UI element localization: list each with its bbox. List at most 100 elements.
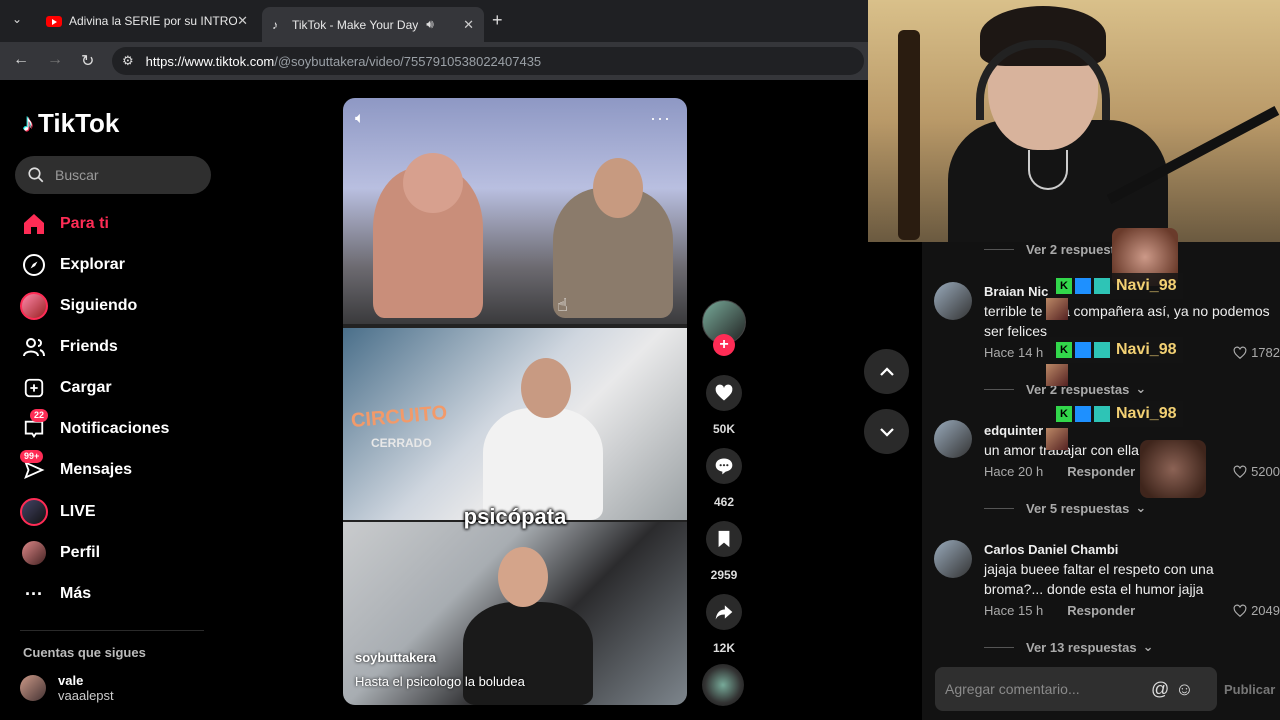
viewer-emote-icon	[1046, 298, 1068, 320]
avatar[interactable]	[934, 540, 972, 578]
reply-button[interactable]: Responder	[1067, 603, 1135, 618]
follow-plus-button[interactable]: +	[713, 334, 735, 356]
sidebar-item-cargar[interactable]: Cargar	[20, 374, 112, 402]
view-replies-button[interactable]: Ver 5 respuestas ⌄	[984, 500, 1146, 516]
comment-like-count: 1782	[1251, 345, 1280, 360]
messages-icon: 99+	[20, 450, 48, 484]
tiktok-note-icon: ♪	[22, 109, 34, 137]
comment-like-button[interactable]: 5200	[1233, 464, 1280, 479]
chevron-down-icon: ⌄	[1135, 500, 1147, 515]
sidebar-item-label: Siguiendo	[60, 297, 138, 314]
followed-account[interactable]: vale vaaalepst	[20, 673, 114, 703]
following-accounts-title: Cuentas que sigues	[23, 645, 146, 660]
sidebar-item-label: Más	[60, 585, 92, 602]
message-badge: 99+	[20, 450, 44, 463]
speaker-icon[interactable]: 🔊︎	[426, 17, 434, 32]
site-settings-icon[interactable]: ⚙︎	[122, 53, 134, 69]
search-box[interactable]	[15, 156, 211, 194]
comment-icon	[715, 458, 733, 475]
comment-author[interactable]: Braian Nic	[984, 284, 1048, 299]
tiktok-logo[interactable]: ♪ TikTok	[22, 108, 119, 139]
account-name: vale	[58, 673, 84, 688]
more-options-icon[interactable]: ···	[650, 108, 671, 129]
avatar	[20, 675, 46, 701]
viewer-name: Navi_98	[1116, 277, 1177, 294]
comment-author[interactable]: edquinter	[984, 423, 1043, 438]
volume-icon[interactable]: 🔈︎	[355, 110, 365, 128]
comment-input[interactable]	[945, 681, 1145, 697]
account-handle: vaaalepst	[58, 688, 114, 703]
save-button[interactable]	[706, 521, 742, 557]
tab-tiktok[interactable]: ♪ TikTok - Make Your Day 🔊︎ ✕	[262, 7, 484, 42]
comment-input-box[interactable]: @ ☺	[935, 667, 1217, 711]
viewer-emote-icon	[1046, 364, 1068, 386]
search-input[interactable]	[55, 167, 195, 183]
tab-youtube[interactable]: Adivina la SERIE por su INTRO ✕	[36, 7, 258, 35]
like-count: 50K	[712, 422, 735, 436]
sidebar-item-explorar[interactable]: Explorar	[20, 251, 125, 279]
comment-author[interactable]: Carlos Daniel Chambi	[984, 542, 1118, 557]
guitar-shape	[898, 30, 920, 240]
avatar[interactable]	[934, 420, 972, 458]
close-icon[interactable]: ✕	[237, 13, 248, 29]
close-icon[interactable]: ✕	[463, 17, 474, 33]
live-avatar-icon	[20, 498, 48, 526]
video-player[interactable]: CIRCUITO CERRADO psicópata 🔈︎ ··· soybut…	[343, 98, 687, 705]
forward-icon[interactable]: →	[47, 51, 63, 69]
person-head	[593, 158, 643, 218]
more-icon: ···	[25, 583, 43, 604]
sidebar-divider	[20, 630, 204, 631]
sidebar-item-mas[interactable]: ··· Más	[20, 580, 91, 608]
sidebar-item-friends[interactable]: Friends	[20, 333, 118, 361]
like-button[interactable]	[706, 375, 742, 411]
new-tab-button[interactable]: +	[492, 10, 503, 31]
view-replies-button[interactable]: Ver 2 respuestas	[984, 242, 1129, 257]
viewer-nametag: K Navi_98	[1050, 273, 1183, 299]
comment-button[interactable]	[706, 448, 742, 484]
reload-icon[interactable]: ↻	[81, 51, 94, 71]
reply-button[interactable]: Responder	[1067, 464, 1135, 479]
publish-button[interactable]: Publicar	[1224, 682, 1275, 697]
url-field[interactable]: ⚙︎ https://www.tiktok.com /@soybuttakera…	[112, 47, 864, 75]
video-author[interactable]: soybuttakera	[355, 650, 436, 665]
show-logo-text: CIRCUITO	[350, 401, 449, 433]
tab-title: TikTok - Make Your Day	[292, 17, 419, 32]
next-video-button[interactable]	[864, 409, 909, 454]
heart-outline-icon	[1233, 346, 1247, 359]
comments-panel: Ver 2 respuestas Braian Nic terrible te …	[922, 242, 1280, 720]
chevron-down-icon	[879, 427, 894, 437]
sidebar-item-live[interactable]: LIVE	[20, 498, 96, 526]
viewer-emote-icon	[1046, 428, 1068, 450]
music-disc-icon[interactable]	[702, 664, 744, 706]
sidebar-item-siguiendo[interactable]: Siguiendo	[20, 292, 137, 320]
back-icon[interactable]: ←	[13, 51, 29, 69]
person-figure	[463, 602, 593, 705]
viewer-name: Navi_98	[1116, 341, 1177, 358]
mention-icon[interactable]: @	[1151, 679, 1169, 700]
sidebar-item-perfil[interactable]: Perfil	[20, 539, 100, 567]
sidebar-item-label: LIVE	[60, 503, 96, 520]
url-path: /@soybuttakera/video/7557910538022407435	[274, 53, 542, 69]
badge-icon	[1075, 342, 1091, 358]
tab-search-chevron-icon[interactable]: ⌄	[12, 12, 22, 26]
share-button[interactable]	[706, 594, 742, 630]
sidebar-item-label: Explorar	[60, 256, 125, 273]
view-replies-button[interactable]: Ver 13 respuestas ⌄	[984, 639, 1153, 655]
sidebar-item-label: Perfil	[60, 544, 101, 561]
comment-meta: Hace 14 h	[984, 345, 1043, 360]
sidebar-item-notificaciones[interactable]: 22 Notificaciones	[20, 409, 169, 443]
comment-meta: Hace 20 h Responder	[984, 464, 1135, 479]
person-head	[498, 547, 548, 607]
sidebar-item-mensajes[interactable]: 99+ Mensajes	[20, 450, 132, 484]
comment-like-button[interactable]: 1782	[1233, 345, 1280, 360]
badge-icon	[1075, 406, 1091, 422]
view-replies-label: Ver 2 respuestas	[1026, 381, 1130, 397]
comment-like-button[interactable]: 2049	[1233, 603, 1280, 618]
person-head	[403, 153, 463, 213]
avatar[interactable]	[934, 282, 972, 320]
emoji-icon[interactable]: ☺	[1175, 679, 1193, 700]
previous-video-button[interactable]	[864, 349, 909, 394]
chevron-down-icon: ⌄	[1142, 639, 1154, 654]
notification-badge: 22	[30, 409, 49, 422]
sidebar-item-para-ti[interactable]: Para ti	[20, 210, 109, 238]
